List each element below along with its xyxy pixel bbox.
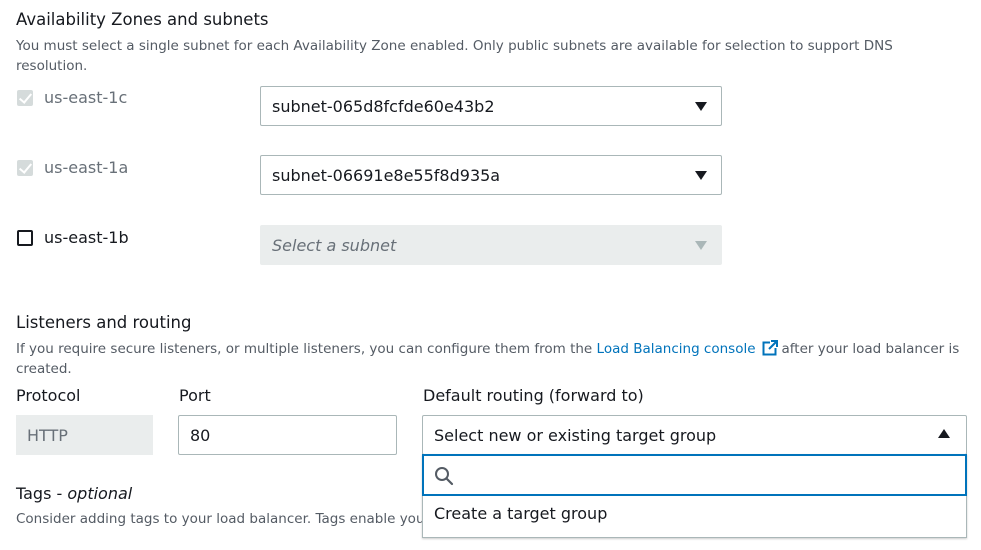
subnet-select-us-east-1b[interactable]: Select a subnet: [260, 225, 722, 265]
az-section-title: Availability Zones and subnets: [16, 10, 269, 29]
target-group-select[interactable]: Select new or existing target group: [422, 415, 967, 455]
port-label: Port: [179, 386, 211, 405]
external-link-icon[interactable]: [762, 340, 778, 356]
zone-checkbox-us-east-1a[interactable]: [17, 160, 33, 176]
zone-checkbox-us-east-1c[interactable]: [17, 90, 33, 106]
az-section-description: You must select a single subnet for each…: [16, 38, 893, 74]
protocol-field: HTTP: [16, 415, 153, 455]
zone-label-us-east-1a: us-east-1a: [44, 158, 129, 177]
caret-up-icon: [938, 429, 950, 438]
dropdown-search-input[interactable]: [422, 454, 967, 496]
tags-section-description: Consider adding tags to your load balanc…: [16, 511, 422, 527]
zone-label-us-east-1b: us-east-1b: [44, 228, 129, 247]
target-group-select-value: Select new or existing target group: [434, 425, 717, 445]
caret-down-icon: [695, 102, 707, 111]
subnet-select-value: subnet-065d8fcfde60e43b2: [272, 96, 495, 116]
dropdown-option-create-target-group[interactable]: Create a target group: [434, 504, 607, 523]
routing-label: Default routing (forward to): [423, 386, 644, 405]
protocol-label: Protocol: [16, 386, 81, 405]
caret-down-icon: [695, 171, 707, 180]
subnet-select-placeholder: Select a subnet: [272, 235, 397, 255]
zone-label-us-east-1c: us-east-1c: [44, 88, 128, 107]
subnet-select-value: subnet-06691e8e55f8d935a: [272, 165, 501, 185]
target-group-dropdown: Create a target group: [422, 454, 967, 538]
listeners-section-description: If you require secure listeners, or mult…: [16, 340, 960, 377]
tags-section-title: Tags - optional: [16, 484, 133, 503]
port-input[interactable]: 80: [178, 415, 397, 455]
subnet-select-us-east-1c[interactable]: subnet-065d8fcfde60e43b2: [260, 86, 722, 126]
subnet-select-us-east-1a[interactable]: subnet-06691e8e55f8d935a: [260, 155, 722, 195]
zone-checkbox-us-east-1b[interactable]: [17, 230, 33, 246]
search-icon: [435, 467, 454, 486]
listeners-section-title: Listeners and routing: [16, 313, 192, 332]
caret-down-icon: [695, 241, 707, 250]
load-balancing-console-link[interactable]: Load Balancing console: [597, 341, 756, 357]
